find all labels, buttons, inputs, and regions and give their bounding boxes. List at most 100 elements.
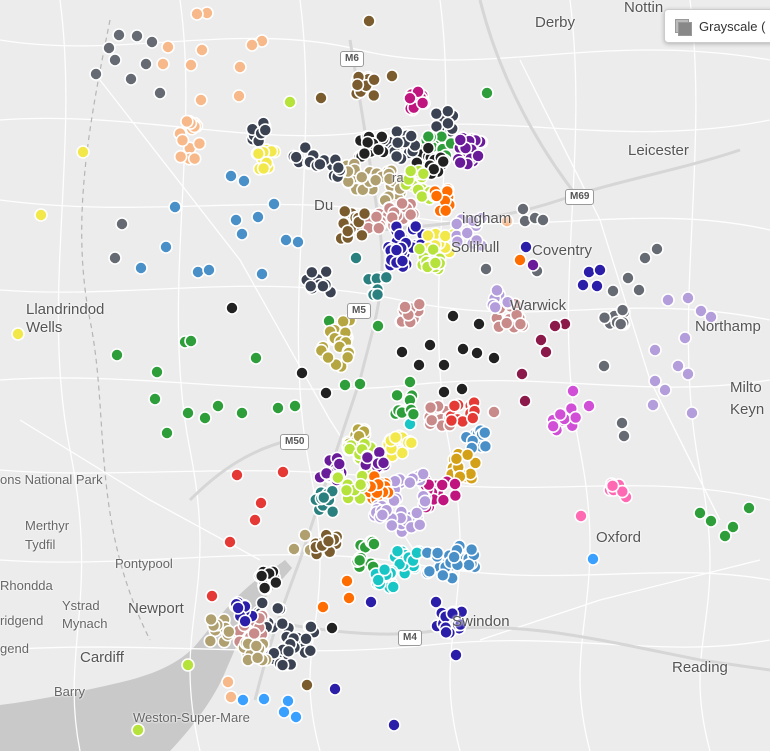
lime-marker[interactable] [415,189,429,204]
indigo-marker[interactable] [231,601,245,615]
lavender-marker[interactable] [460,226,474,240]
green-marker[interactable] [421,129,436,144]
rose-marker[interactable] [487,405,501,419]
brown-marker[interactable] [357,206,372,221]
lavender-marker[interactable] [661,293,675,307]
navy-marker[interactable] [389,149,404,164]
purple-marker[interactable] [453,155,467,170]
rose-marker[interactable] [398,300,412,314]
violet-marker[interactable] [568,410,583,425]
teal-marker[interactable] [370,287,385,302]
blue-marker[interactable] [478,439,493,454]
lavender-marker[interactable] [490,283,504,298]
blue-marker[interactable] [422,564,437,579]
orange-marker[interactable] [342,591,356,605]
layer-control[interactable]: Grayscale ( [664,9,770,43]
orange-marker[interactable] [316,600,330,614]
blue-marker[interactable] [462,558,476,572]
green-marker[interactable] [480,86,494,100]
indigo-marker[interactable] [408,219,423,234]
green-marker[interactable] [406,407,421,421]
green-marker[interactable] [271,401,285,415]
yellow-marker[interactable] [251,146,266,161]
dark-marker[interactable] [455,382,469,396]
khaki-marker[interactable] [298,528,312,542]
magenta-marker[interactable] [403,91,417,106]
navy-marker[interactable] [258,123,273,137]
dark-marker[interactable] [472,317,486,331]
grey-marker[interactable] [89,67,103,81]
pink-marker[interactable] [605,479,620,493]
navy-marker[interactable] [390,135,405,150]
magenta-marker[interactable] [436,493,451,507]
grey-marker[interactable] [597,310,612,325]
blue-marker[interactable] [168,200,182,214]
peach-marker[interactable] [245,38,259,52]
pink-marker[interactable] [574,509,588,523]
lavender-marker[interactable] [704,310,718,324]
grey-marker[interactable] [621,271,635,285]
dark-marker[interactable] [325,621,339,635]
lavender-marker[interactable] [375,508,390,522]
violet-marker[interactable] [582,399,596,413]
indigo-marker[interactable] [238,614,252,628]
peach-marker[interactable] [173,149,188,164]
navy-marker[interactable] [313,157,327,172]
teal-marker[interactable] [325,504,340,519]
green-marker[interactable] [160,426,174,440]
navy-marker[interactable] [289,150,303,164]
rose-marker[interactable] [513,317,528,331]
yellow-marker[interactable] [438,229,453,243]
grey-marker[interactable] [479,262,493,276]
navy-marker[interactable] [303,279,318,294]
purple-marker[interactable] [332,457,347,471]
blue-marker[interactable] [255,267,269,281]
yellow-marker[interactable] [388,430,403,445]
red-marker[interactable] [254,496,268,510]
lime-marker[interactable] [412,242,427,256]
brown-marker[interactable] [314,91,328,105]
orange-marker[interactable] [429,189,444,203]
brown-marker[interactable] [362,14,376,28]
grey-marker[interactable] [145,35,159,49]
dark-marker[interactable] [360,135,375,150]
indigo-marker[interactable] [395,254,410,268]
navy-marker[interactable] [441,104,455,118]
lime-marker[interactable] [283,95,297,109]
grey-marker[interactable] [632,283,646,297]
red-marker[interactable] [248,513,262,527]
green-marker[interactable] [693,506,707,520]
green-marker[interactable] [390,388,404,403]
purple-marker[interactable] [471,149,485,163]
navy-marker[interactable] [331,160,346,175]
peach-marker[interactable] [187,151,202,166]
khaki-marker[interactable] [287,542,301,556]
dark-marker[interactable] [437,358,451,372]
blue-marker[interactable] [202,263,216,277]
magenta-marker[interactable] [448,477,462,491]
yellow-marker[interactable] [34,208,48,222]
dark-marker[interactable] [446,309,460,323]
green-marker[interactable] [148,392,162,406]
indigo-marker[interactable] [582,265,596,279]
rose-marker[interactable] [499,316,514,330]
peach-marker[interactable] [195,43,209,57]
rose-marker[interactable] [424,413,439,428]
olive-marker[interactable] [321,350,335,365]
red-marker[interactable] [466,411,480,425]
dark-marker[interactable] [423,338,437,352]
lavender-marker[interactable] [646,398,660,412]
blue-marker[interactable] [229,213,243,227]
peach-marker[interactable] [221,675,235,689]
grey-marker[interactable] [606,284,620,298]
navy-marker[interactable] [275,616,290,631]
grey-marker[interactable] [115,217,129,231]
green-marker[interactable] [352,553,367,568]
brown-marker[interactable] [350,78,365,92]
navy-marker[interactable] [255,596,270,610]
dark-marker[interactable] [437,385,451,399]
brown-marker[interactable] [367,72,381,87]
lime-marker[interactable] [181,658,195,672]
brown-marker[interactable] [355,228,369,243]
red-marker[interactable] [447,399,462,413]
